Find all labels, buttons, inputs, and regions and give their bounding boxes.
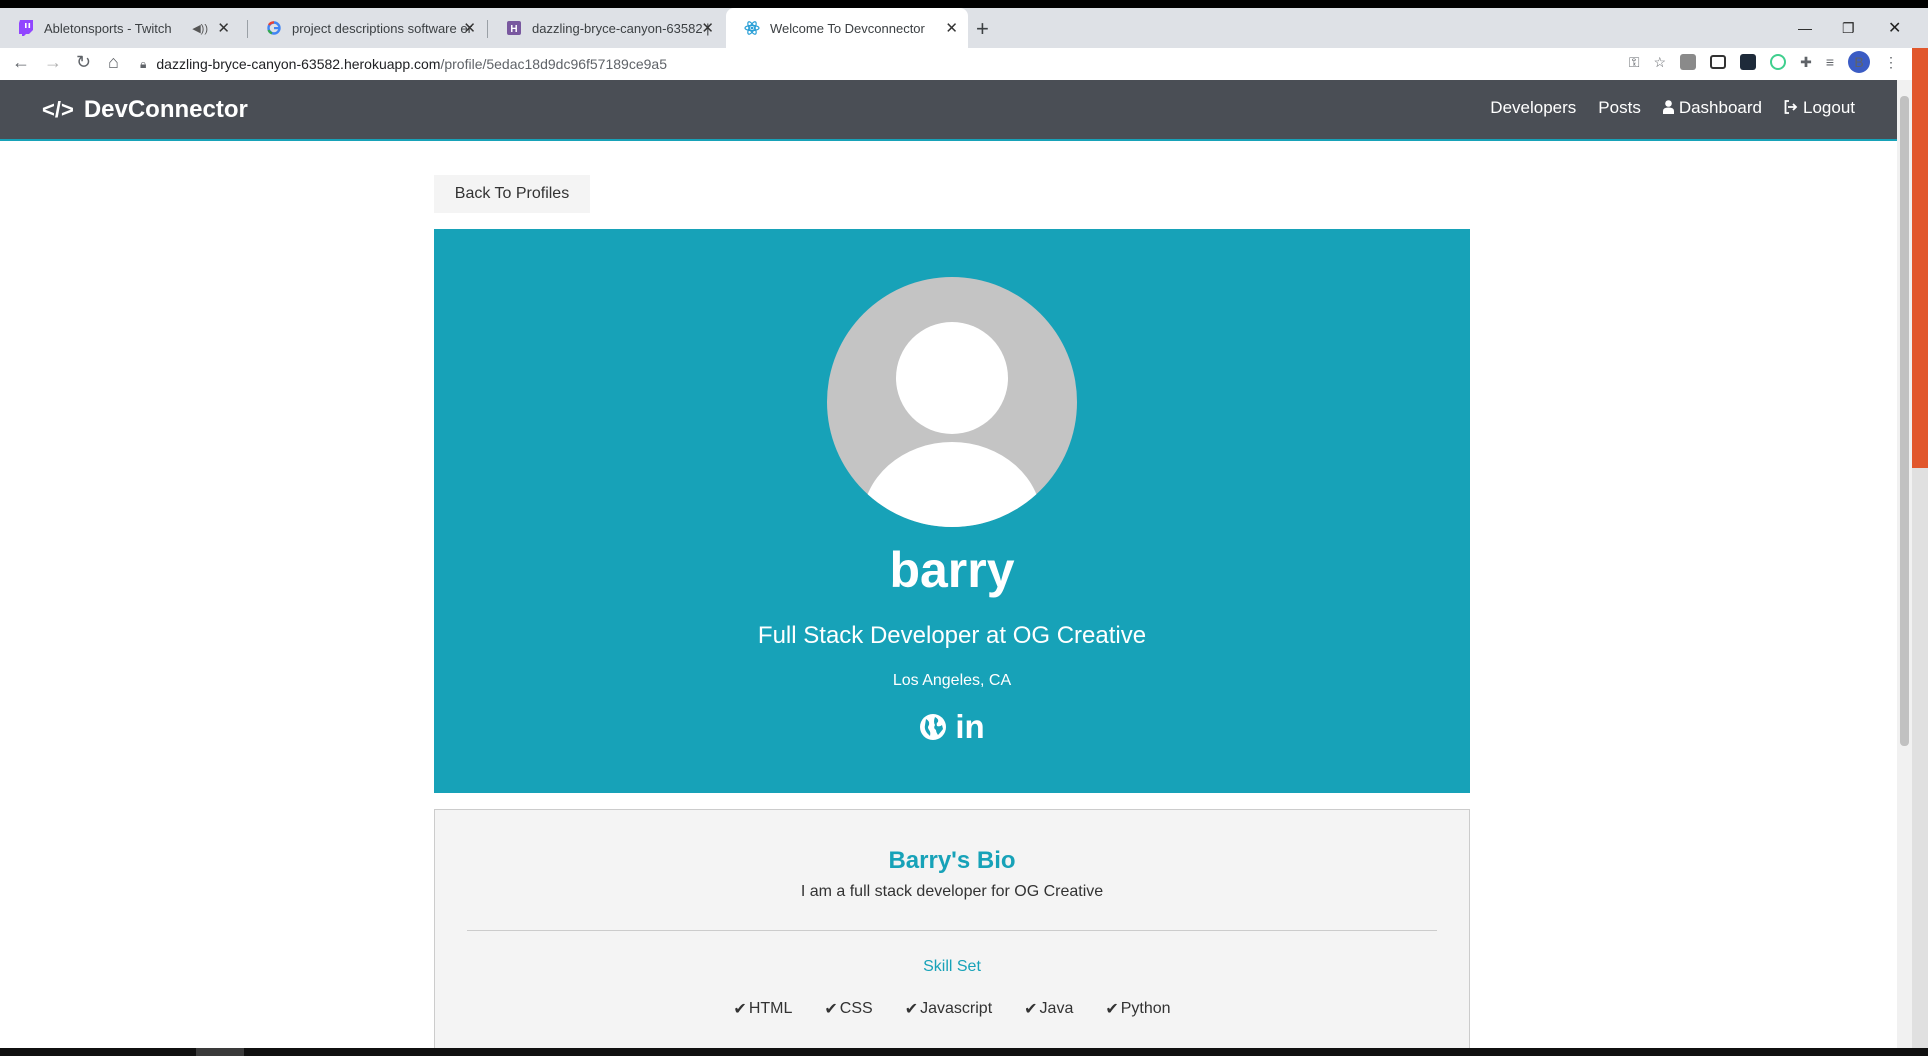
nav-label: Logout [1803, 98, 1855, 117]
skill-label: Javascript [920, 1000, 993, 1017]
check-icon: ✔ [1105, 1001, 1119, 1018]
page-scrollbar[interactable] [1897, 80, 1912, 1050]
tab-title: Abletonsports - Twitch [44, 20, 172, 36]
profile-title: Full Stack Developer at OG Creative [757, 622, 1147, 649]
react-devtools-icon[interactable] [1740, 54, 1757, 70]
restore-button[interactable]: ❐ [1842, 8, 1855, 48]
nav-posts[interactable]: Posts [1598, 98, 1641, 118]
minimize-button[interactable]: — [1798, 8, 1812, 48]
twitch-icon [18, 20, 34, 36]
sign-out-icon [1784, 99, 1798, 117]
user-icon [1662, 99, 1674, 117]
media-control-icon[interactable]: ≡ [1826, 54, 1834, 70]
skill-item: ✔ Java [1024, 999, 1073, 1019]
close-tab-icon[interactable]: ✕ [945, 19, 958, 37]
address-bar[interactable]: 🔒︎ dazzling-bryce-canyon-63582.herokuapp… [140, 50, 1620, 78]
home-icon[interactable]: ⌂ [108, 52, 119, 73]
back-to-profiles-button[interactable]: Back To Profiles [434, 175, 590, 213]
skill-label: Java [1039, 1000, 1074, 1017]
picture-in-picture-icon[interactable] [1710, 55, 1727, 69]
divider [467, 930, 1437, 931]
star-icon[interactable]: ☆ [1654, 54, 1667, 71]
check-icon: ✔ [733, 1001, 747, 1018]
profile-top: barry Full Stack Developer at OG Creativ… [434, 229, 1470, 793]
bio-heading: Barry's Bio [888, 847, 1016, 874]
taskbar-active-item[interactable] [196, 1048, 244, 1056]
menu-kebab-icon[interactable]: ⋮ [1884, 54, 1898, 71]
tab-devconnector[interactable]: Welcome To Devconnector ✕ [726, 8, 968, 48]
skill-label: CSS [839, 1000, 873, 1017]
profile-about: Barry's Bio I am a full stack developer … [434, 809, 1470, 1050]
profile-location: Los Angeles, CA [892, 672, 1012, 689]
profile-avatar[interactable]: B [1848, 51, 1870, 73]
skill-label: Python [1120, 1000, 1171, 1017]
avatar-shoulders [862, 442, 1042, 527]
heroku-icon: H [506, 20, 522, 36]
tab-heroku[interactable]: H dazzling-bryce-canyon-63582 | H ✕ [488, 8, 724, 48]
forward-arrow-icon[interactable]: → [44, 52, 62, 73]
site-navbar: </> DevConnector Developers Posts Dashbo… [0, 80, 1897, 141]
code-icon: </> [42, 97, 74, 122]
social-links: in [434, 710, 1470, 743]
tab-title: Welcome To Devconnector [770, 20, 925, 36]
tab-strip: Abletonsports - Twitch ◀)) ✕ project des… [0, 8, 1928, 48]
tab-twitch[interactable]: Abletonsports - Twitch ◀)) ✕ [0, 8, 240, 48]
toolbar-icons: ⚿ ☆ ✚ ≡ B ⋮ [1615, 51, 1898, 73]
check-icon: ✔ [1024, 1001, 1038, 1018]
check-icon: ✔ [904, 1001, 919, 1018]
back-arrow-icon[interactable]: ← [12, 52, 30, 73]
skill-item: ✔ Python [1105, 999, 1170, 1019]
bio-text: I am a full stack developer for OG Creat… [800, 883, 1104, 900]
url-host: dazzling-bryce-canyon-63582.herokuapp.co… [156, 56, 441, 72]
skill-item: ✔ HTML [733, 999, 792, 1019]
browser-toolbar: ← → ↻ ⌂ 🔒︎ dazzling-bryce-canyon-63582.h… [0, 48, 1912, 80]
nav-label: Developers [1490, 98, 1577, 117]
scrollbar-thumb[interactable] [1900, 96, 1909, 746]
close-tab-icon[interactable]: ✕ [217, 19, 230, 37]
extension-icon[interactable] [1680, 54, 1697, 70]
tab-title: project descriptions software eng [292, 20, 472, 36]
url-path: /profile/5edac18d9dc96f57189ce9a5 [440, 56, 667, 72]
skill-label: HTML [748, 1000, 793, 1017]
close-tab-icon[interactable]: ✕ [463, 19, 476, 37]
globe-icon[interactable] [919, 713, 947, 741]
tab-google[interactable]: project descriptions software eng ✕ [248, 8, 486, 48]
key-icon[interactable]: ⚿ [1629, 54, 1640, 71]
window-top-edge [0, 0, 1928, 8]
reload-icon[interactable]: ↻ [76, 52, 91, 73]
profile-name: barry [889, 542, 1015, 598]
desktop-wallpaper [1912, 48, 1928, 468]
avatar-head [896, 322, 1008, 434]
nav-label: Dashboard [1678, 98, 1762, 117]
desktop-edge [1912, 48, 1928, 1048]
nav-dashboard[interactable]: Dashboard [1662, 98, 1762, 118]
nav-label: Posts [1598, 98, 1641, 117]
skills-list: ✔ HTML ✔ CSS ✔ Javascript ✔ Java ✔ Python [435, 999, 1469, 1019]
puzzle-icon[interactable]: ✚ [1800, 54, 1812, 71]
brand-link[interactable]: </> DevConnector [42, 96, 248, 124]
nav-logout[interactable]: Logout [1784, 98, 1855, 118]
os-taskbar [0, 1048, 1928, 1056]
close-window-button[interactable]: ✕ [1888, 8, 1901, 48]
brand-name: DevConnector [83, 96, 248, 123]
nav-developers[interactable]: Developers [1490, 98, 1576, 118]
google-icon [266, 20, 282, 36]
linkedin-icon[interactable]: in [955, 710, 984, 743]
tab-title: dazzling-bryce-canyon-63582 | H [532, 20, 710, 36]
new-tab-button[interactable]: + [976, 16, 989, 42]
check-icon: ✔ [824, 1001, 838, 1018]
skill-item: ✔ CSS [824, 999, 872, 1019]
speaker-icon[interactable]: ◀)) [192, 22, 208, 35]
extension-green-icon[interactable] [1770, 54, 1787, 70]
close-tab-icon[interactable]: ✕ [701, 19, 714, 37]
skills-heading: Skill Set [923, 958, 981, 975]
nav-links: Developers Posts Dashboard Logout [1468, 98, 1855, 118]
svg-text:H: H [510, 24, 517, 35]
profile-avatar-image [827, 277, 1077, 527]
skill-item: ✔ Javascript [905, 999, 992, 1019]
lock-icon: 🔒︎ [140, 56, 147, 71]
react-icon [744, 20, 760, 36]
